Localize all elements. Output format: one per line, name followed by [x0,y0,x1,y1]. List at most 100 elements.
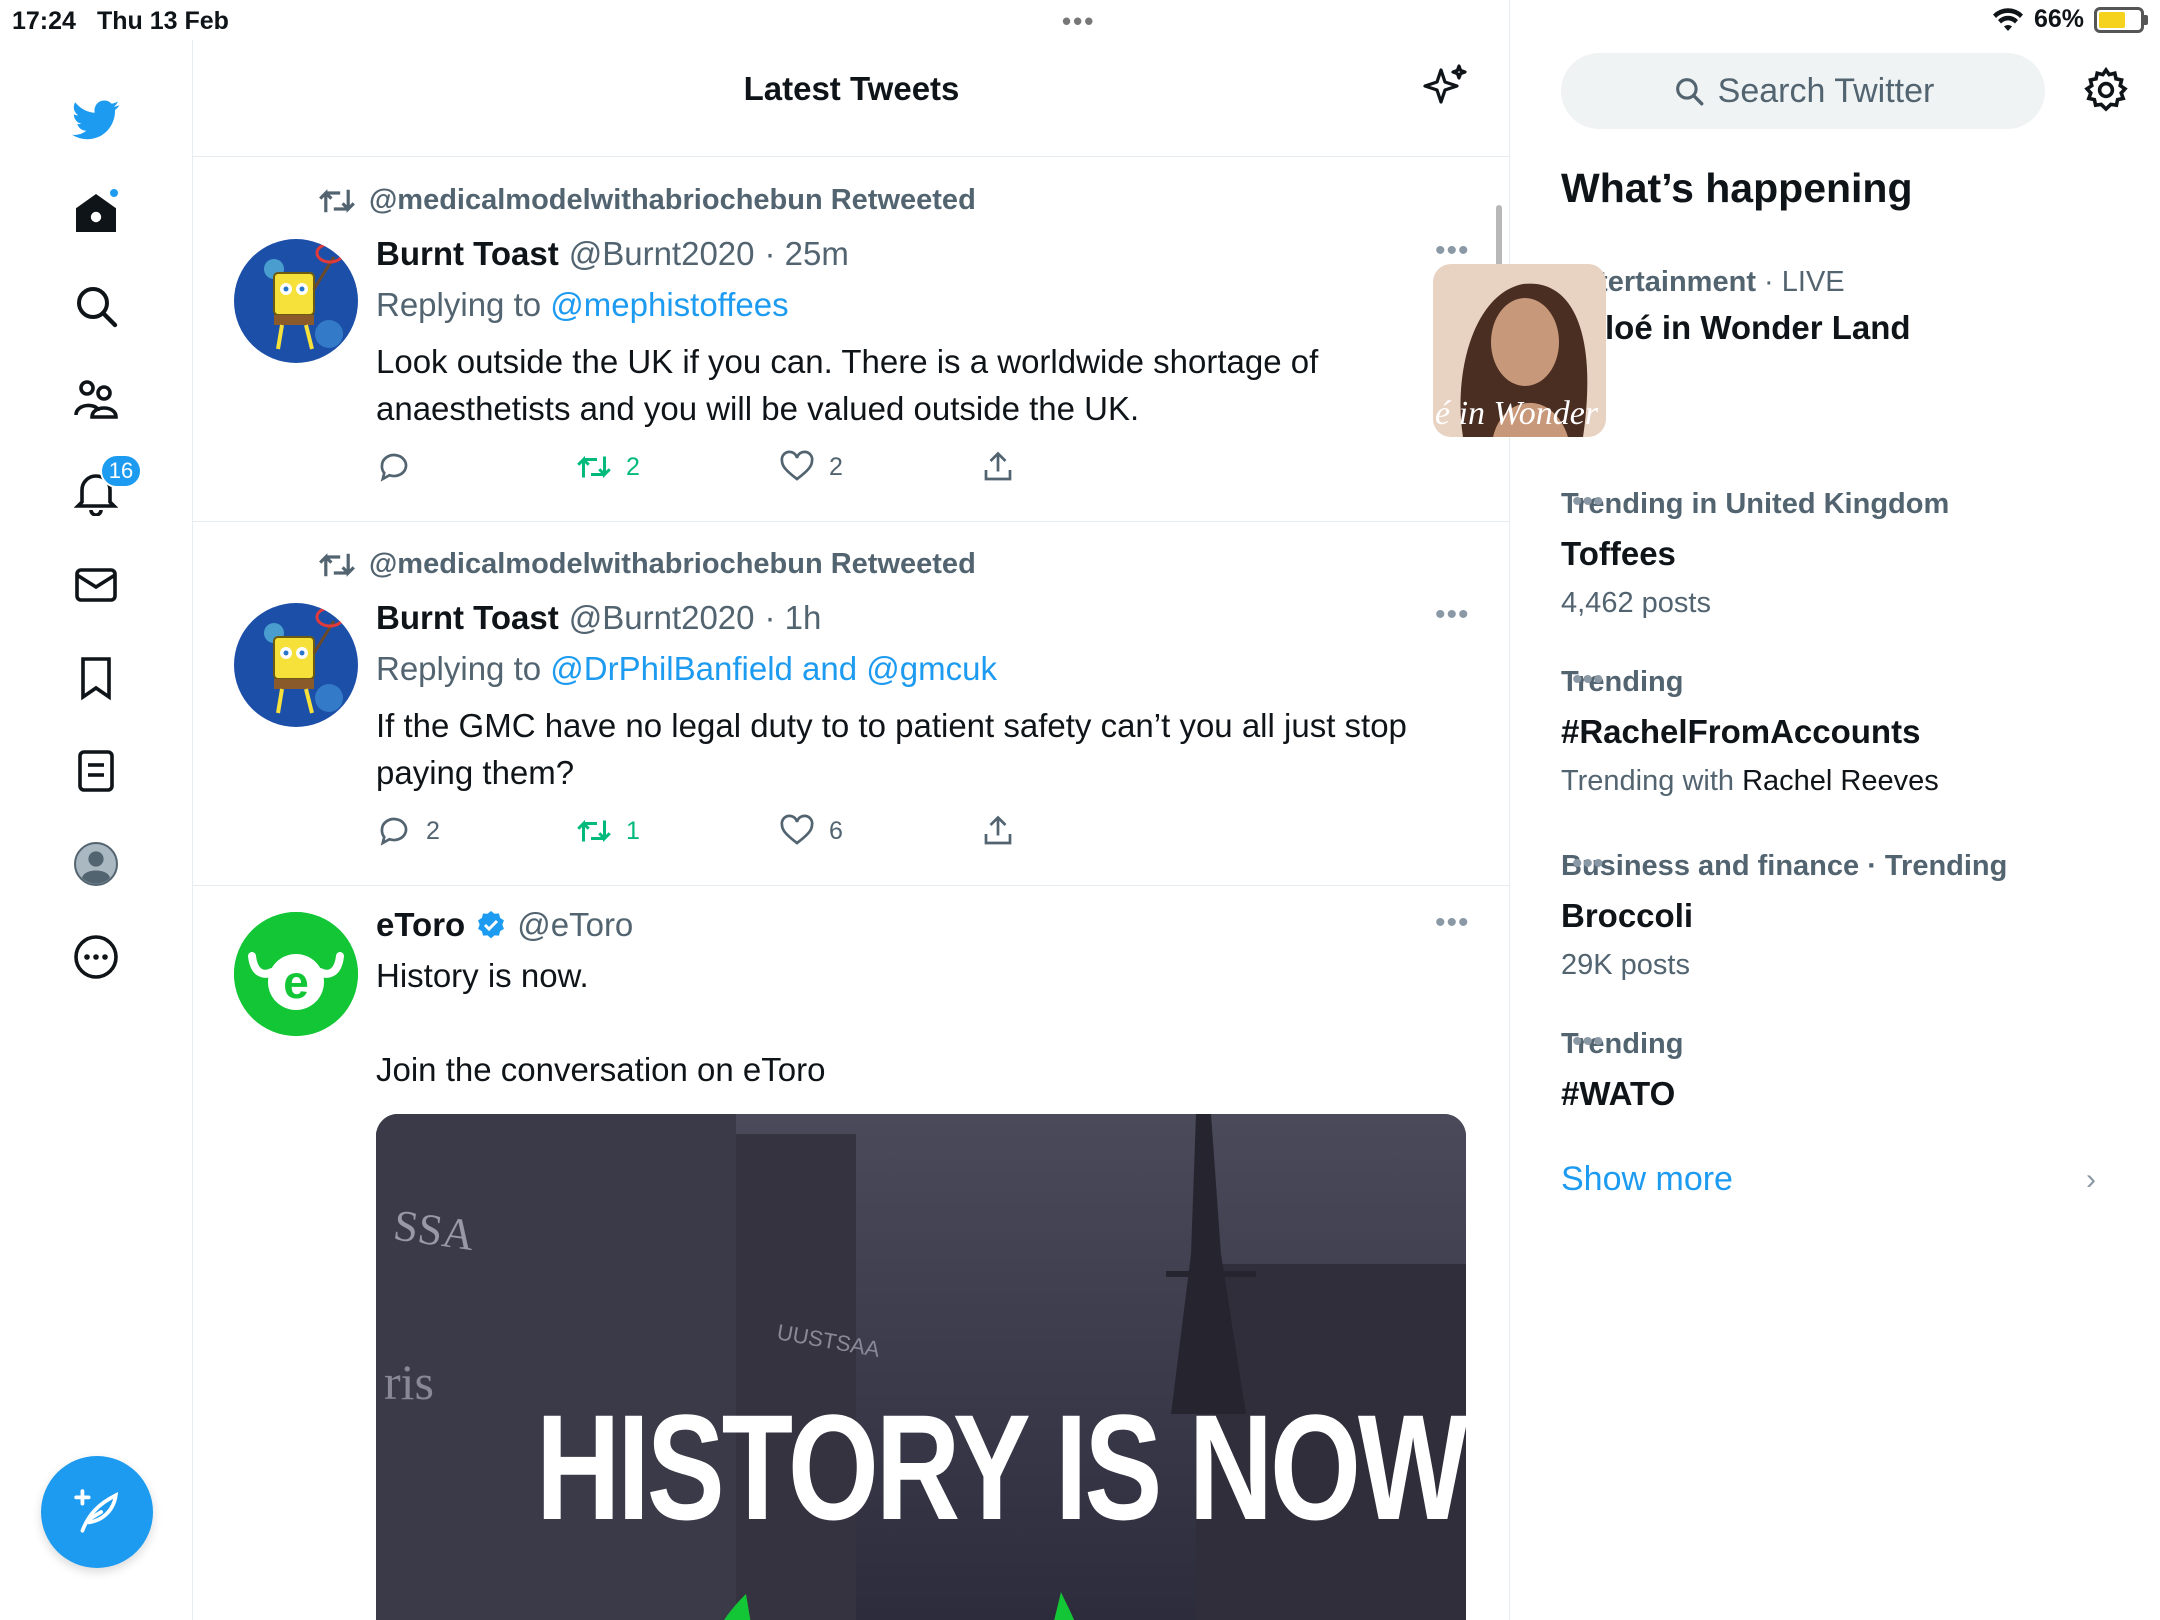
replying-to: Replying to @mephistoffees [376,286,789,324]
replying-to: Replying to @DrPhilBanfield and @gmcuk [376,650,997,688]
like-count: 2 [829,452,843,481]
tweet-more-icon[interactable]: ••• [1435,906,1475,940]
reply-count: 2 [426,816,440,845]
trend-more-icon[interactable]: ••• [1572,1025,1612,1059]
tweet-text: Look outside the UK if you can. There is… [376,343,1319,427]
spongebob-avatar-image [234,603,358,727]
home-icon[interactable] [66,183,126,243]
avatar[interactable] [234,239,358,363]
svg-text:HISTORY IS NOW: HISTORY IS NOW [536,1383,1466,1551]
avatar[interactable] [234,603,358,727]
search-icon [1675,78,1704,106]
trend-more-icon[interactable]: ••• [1572,663,1612,697]
storefront-sign-3: ris [384,1354,434,1410]
khloe-thumbnail: é in Wonder L [1433,264,1606,437]
tweet-actions: 2 2 [376,449,1276,489]
retweet-indicator: @medicalmodelwithabriochebun Retweeted [317,548,976,581]
trend-with-name: Rachel Reeves [1742,765,1939,797]
history-is-now-image: SSA UUSTSAA ris HISTORY IS NOW [376,1114,1466,1620]
timeline: Latest Tweets @medicalmodelwithabriocheb… [193,0,1510,1620]
status-time: 17:24 [12,7,76,35]
compose-tweet-button[interactable] [41,1456,153,1568]
replying-to-link[interactable]: @DrPhilBanfield and @gmcuk [550,650,997,687]
tweet-more-icon[interactable]: ••• [1435,598,1475,632]
trend-more-icon[interactable]: ••• [1572,485,1612,519]
lists-icon[interactable] [66,741,126,801]
tweet-media-image[interactable]: SSA UUSTSAA ris HISTORY IS NOW [376,1114,1466,1620]
sparkle-icon[interactable] [1421,62,1469,110]
search-placeholder: Search Twitter [1717,71,1935,110]
trend-live-label: · LIVE [1764,266,1845,298]
trend-item[interactable]: Trending #RachelFromAccounts Trending wi… [1561,666,2121,798]
tweet-text-line-2: Join the conversation on eToro [376,1051,826,1088]
trend-category: Trending in United Kingdom [1561,488,1950,520]
trend-title: #RachelFromAccounts [1561,713,1921,750]
author-name[interactable]: Burnt Toast [376,235,559,273]
reply-button[interactable]: 2 [376,813,440,849]
trend-item[interactable]: Entertainment · LIVE Khloé in Wonder Lan… [1561,266,2121,347]
trend-post-count: 4,462 posts [1561,587,1711,619]
tweet-text-line-1: History is now. [376,957,589,994]
tweet[interactable]: e eToro @eToro ••• History is now. Join … [193,886,1509,1620]
share-button[interactable] [980,449,1016,485]
media-headline-b: NOW [1189,1383,1466,1551]
twitter-logo-icon[interactable] [66,90,126,150]
heart-icon [780,814,814,845]
tweet[interactable]: @medicalmodelwithabriochebun Retweeted B… [193,158,1509,522]
retweet-indicator: @medicalmodelwithabriochebun Retweeted [317,184,976,217]
tweet[interactable]: @medicalmodelwithabriochebun Retweeted B… [193,522,1509,886]
like-button[interactable]: 6 [779,813,843,849]
trend-title: Broccoli [1561,897,1694,934]
tweet-author-line: eToro @eToro [376,906,633,944]
chevron-right-icon: › [2086,1163,2096,1196]
notifications-badge: 16 [100,454,142,488]
bookmarks-icon[interactable] [66,648,126,708]
retweet-small-icon [319,188,355,213]
reply-icon [380,817,408,846]
replying-to-link[interactable]: @mephistoffees [550,286,788,323]
settings-gear-icon[interactable] [2082,66,2130,114]
show-more-link[interactable]: Show more [1561,1160,1733,1199]
retweet-icon [577,455,611,479]
trend-item[interactable]: Trending #WATO [1561,1028,2121,1113]
trend-item[interactable]: Business and finance · Trending Broccoli… [1561,850,2121,982]
author-handle[interactable]: @eToro [517,906,633,944]
tweet-text: If the GMC have no legal duty to to pati… [376,707,1407,791]
trend-post-count: 29K posts [1561,949,1690,981]
trend-title: Toffees [1561,535,1676,572]
retweet-button[interactable]: 1 [576,813,640,849]
search-input[interactable]: Search Twitter [1561,53,2045,129]
search-icon[interactable] [66,276,126,336]
retweeted-by-label: @medicalmodelwithabriochebun Retweeted [369,548,976,580]
retweet-small-icon [319,552,355,577]
tweet-author-line: Burnt Toast @Burnt2020 · 1h [376,599,821,637]
more-options-icon[interactable] [66,927,126,987]
like-count: 6 [829,816,843,845]
reply-button[interactable] [376,449,426,485]
author-handle[interactable]: @Burnt2020 [569,235,755,273]
trend-more-icon[interactable]: ••• [1572,847,1612,881]
author-name[interactable]: eToro [376,906,465,944]
trend-thumbnail-image[interactable]: é in Wonder L [1433,264,1606,437]
author-handle[interactable]: @Burnt2020 [569,599,755,637]
etoro-avatar[interactable]: e [234,912,358,1036]
like-button[interactable]: 2 [779,449,843,485]
author-name[interactable]: Burnt Toast [376,599,559,637]
retweet-icon [577,819,611,843]
trend-item[interactable]: Trending in United Kingdom Toffees 4,462… [1561,488,2121,620]
tweet-actions: 2 1 6 [376,813,1276,853]
trend-title: #WATO [1561,1075,1676,1112]
sidebar: 16 [0,40,193,1620]
profile-avatar-icon[interactable] [66,834,126,894]
compose-feather-icon [74,1489,119,1533]
tweet-more-icon[interactable]: ••• [1435,234,1475,268]
retweet-button[interactable]: 2 [576,449,640,485]
notifications-icon[interactable]: 16 [66,454,142,522]
replying-to-prefix: Replying to [376,650,542,687]
share-button[interactable] [980,813,1016,849]
communities-icon[interactable] [66,369,126,429]
thumbnail-caption: é in Wonder L [1435,395,1606,432]
page-title: Latest Tweets [743,70,960,107]
right-column: Search Twitter [1510,0,2160,1620]
messages-icon[interactable] [66,555,126,615]
